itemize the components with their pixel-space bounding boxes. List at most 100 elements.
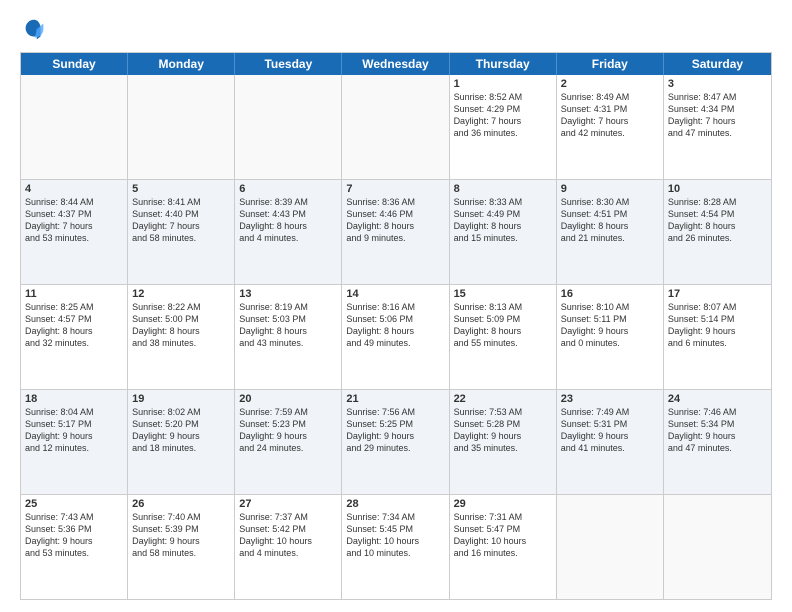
day-info: Sunrise: 7:43 AM Sunset: 5:36 PM Dayligh… bbox=[25, 511, 123, 560]
day-number: 26 bbox=[132, 498, 230, 510]
day-header-friday: Friday bbox=[557, 53, 664, 75]
day-info: Sunrise: 8:44 AM Sunset: 4:37 PM Dayligh… bbox=[25, 196, 123, 245]
calendar-day-25: 25Sunrise: 7:43 AM Sunset: 5:36 PM Dayli… bbox=[21, 495, 128, 599]
day-header-thursday: Thursday bbox=[450, 53, 557, 75]
calendar-day-8: 8Sunrise: 8:33 AM Sunset: 4:49 PM Daylig… bbox=[450, 180, 557, 284]
day-number: 20 bbox=[239, 393, 337, 405]
day-header-sunday: Sunday bbox=[21, 53, 128, 75]
calendar-body: 1Sunrise: 8:52 AM Sunset: 4:29 PM Daylig… bbox=[21, 75, 771, 599]
day-info: Sunrise: 7:37 AM Sunset: 5:42 PM Dayligh… bbox=[239, 511, 337, 560]
day-number: 3 bbox=[668, 78, 767, 90]
day-number: 17 bbox=[668, 288, 767, 300]
calendar: SundayMondayTuesdayWednesdayThursdayFrid… bbox=[20, 52, 772, 600]
calendar-day-26: 26Sunrise: 7:40 AM Sunset: 5:39 PM Dayli… bbox=[128, 495, 235, 599]
empty-cell bbox=[235, 75, 342, 179]
day-info: Sunrise: 7:34 AM Sunset: 5:45 PM Dayligh… bbox=[346, 511, 444, 560]
calendar-day-3: 3Sunrise: 8:47 AM Sunset: 4:34 PM Daylig… bbox=[664, 75, 771, 179]
calendar-day-22: 22Sunrise: 7:53 AM Sunset: 5:28 PM Dayli… bbox=[450, 390, 557, 494]
empty-cell bbox=[128, 75, 235, 179]
day-info: Sunrise: 8:19 AM Sunset: 5:03 PM Dayligh… bbox=[239, 301, 337, 350]
calendar-week-2: 4Sunrise: 8:44 AM Sunset: 4:37 PM Daylig… bbox=[21, 179, 771, 284]
calendar-day-6: 6Sunrise: 8:39 AM Sunset: 4:43 PM Daylig… bbox=[235, 180, 342, 284]
day-info: Sunrise: 8:28 AM Sunset: 4:54 PM Dayligh… bbox=[668, 196, 767, 245]
calendar-day-10: 10Sunrise: 8:28 AM Sunset: 4:54 PM Dayli… bbox=[664, 180, 771, 284]
calendar-week-4: 18Sunrise: 8:04 AM Sunset: 5:17 PM Dayli… bbox=[21, 389, 771, 494]
day-header-saturday: Saturday bbox=[664, 53, 771, 75]
day-info: Sunrise: 8:36 AM Sunset: 4:46 PM Dayligh… bbox=[346, 196, 444, 245]
calendar-day-19: 19Sunrise: 8:02 AM Sunset: 5:20 PM Dayli… bbox=[128, 390, 235, 494]
day-header-monday: Monday bbox=[128, 53, 235, 75]
calendar-day-4: 4Sunrise: 8:44 AM Sunset: 4:37 PM Daylig… bbox=[21, 180, 128, 284]
calendar-day-5: 5Sunrise: 8:41 AM Sunset: 4:40 PM Daylig… bbox=[128, 180, 235, 284]
calendar-day-29: 29Sunrise: 7:31 AM Sunset: 5:47 PM Dayli… bbox=[450, 495, 557, 599]
day-info: Sunrise: 8:02 AM Sunset: 5:20 PM Dayligh… bbox=[132, 406, 230, 455]
day-number: 11 bbox=[25, 288, 123, 300]
calendar-day-17: 17Sunrise: 8:07 AM Sunset: 5:14 PM Dayli… bbox=[664, 285, 771, 389]
day-info: Sunrise: 7:59 AM Sunset: 5:23 PM Dayligh… bbox=[239, 406, 337, 455]
day-info: Sunrise: 8:30 AM Sunset: 4:51 PM Dayligh… bbox=[561, 196, 659, 245]
day-header-tuesday: Tuesday bbox=[235, 53, 342, 75]
day-number: 22 bbox=[454, 393, 552, 405]
day-header-wednesday: Wednesday bbox=[342, 53, 449, 75]
calendar-day-13: 13Sunrise: 8:19 AM Sunset: 5:03 PM Dayli… bbox=[235, 285, 342, 389]
calendar-day-16: 16Sunrise: 8:10 AM Sunset: 5:11 PM Dayli… bbox=[557, 285, 664, 389]
day-number: 9 bbox=[561, 183, 659, 195]
logo bbox=[20, 16, 52, 44]
day-number: 27 bbox=[239, 498, 337, 510]
calendar-day-9: 9Sunrise: 8:30 AM Sunset: 4:51 PM Daylig… bbox=[557, 180, 664, 284]
day-number: 19 bbox=[132, 393, 230, 405]
calendar-day-18: 18Sunrise: 8:04 AM Sunset: 5:17 PM Dayli… bbox=[21, 390, 128, 494]
day-number: 13 bbox=[239, 288, 337, 300]
day-info: Sunrise: 7:56 AM Sunset: 5:25 PM Dayligh… bbox=[346, 406, 444, 455]
day-number: 28 bbox=[346, 498, 444, 510]
day-info: Sunrise: 8:52 AM Sunset: 4:29 PM Dayligh… bbox=[454, 91, 552, 140]
day-info: Sunrise: 8:04 AM Sunset: 5:17 PM Dayligh… bbox=[25, 406, 123, 455]
calendar-day-1: 1Sunrise: 8:52 AM Sunset: 4:29 PM Daylig… bbox=[450, 75, 557, 179]
calendar-day-15: 15Sunrise: 8:13 AM Sunset: 5:09 PM Dayli… bbox=[450, 285, 557, 389]
day-number: 7 bbox=[346, 183, 444, 195]
day-number: 4 bbox=[25, 183, 123, 195]
calendar-day-23: 23Sunrise: 7:49 AM Sunset: 5:31 PM Dayli… bbox=[557, 390, 664, 494]
empty-cell bbox=[557, 495, 664, 599]
day-number: 21 bbox=[346, 393, 444, 405]
day-number: 15 bbox=[454, 288, 552, 300]
day-info: Sunrise: 7:49 AM Sunset: 5:31 PM Dayligh… bbox=[561, 406, 659, 455]
calendar-day-24: 24Sunrise: 7:46 AM Sunset: 5:34 PM Dayli… bbox=[664, 390, 771, 494]
day-number: 25 bbox=[25, 498, 123, 510]
day-info: Sunrise: 7:46 AM Sunset: 5:34 PM Dayligh… bbox=[668, 406, 767, 455]
day-number: 12 bbox=[132, 288, 230, 300]
empty-cell bbox=[342, 75, 449, 179]
day-info: Sunrise: 7:31 AM Sunset: 5:47 PM Dayligh… bbox=[454, 511, 552, 560]
day-number: 18 bbox=[25, 393, 123, 405]
day-number: 2 bbox=[561, 78, 659, 90]
day-number: 1 bbox=[454, 78, 552, 90]
day-info: Sunrise: 7:40 AM Sunset: 5:39 PM Dayligh… bbox=[132, 511, 230, 560]
day-info: Sunrise: 8:33 AM Sunset: 4:49 PM Dayligh… bbox=[454, 196, 552, 245]
day-number: 23 bbox=[561, 393, 659, 405]
day-info: Sunrise: 8:13 AM Sunset: 5:09 PM Dayligh… bbox=[454, 301, 552, 350]
calendar-day-21: 21Sunrise: 7:56 AM Sunset: 5:25 PM Dayli… bbox=[342, 390, 449, 494]
logo-icon bbox=[20, 16, 48, 44]
empty-cell bbox=[21, 75, 128, 179]
calendar-day-11: 11Sunrise: 8:25 AM Sunset: 4:57 PM Dayli… bbox=[21, 285, 128, 389]
day-number: 16 bbox=[561, 288, 659, 300]
day-info: Sunrise: 8:49 AM Sunset: 4:31 PM Dayligh… bbox=[561, 91, 659, 140]
day-number: 24 bbox=[668, 393, 767, 405]
day-info: Sunrise: 8:07 AM Sunset: 5:14 PM Dayligh… bbox=[668, 301, 767, 350]
calendar-day-20: 20Sunrise: 7:59 AM Sunset: 5:23 PM Dayli… bbox=[235, 390, 342, 494]
calendar-day-12: 12Sunrise: 8:22 AM Sunset: 5:00 PM Dayli… bbox=[128, 285, 235, 389]
calendar-day-7: 7Sunrise: 8:36 AM Sunset: 4:46 PM Daylig… bbox=[342, 180, 449, 284]
day-number: 8 bbox=[454, 183, 552, 195]
day-info: Sunrise: 8:41 AM Sunset: 4:40 PM Dayligh… bbox=[132, 196, 230, 245]
calendar-day-27: 27Sunrise: 7:37 AM Sunset: 5:42 PM Dayli… bbox=[235, 495, 342, 599]
page-header bbox=[20, 16, 772, 44]
calendar-day-28: 28Sunrise: 7:34 AM Sunset: 5:45 PM Dayli… bbox=[342, 495, 449, 599]
empty-cell bbox=[664, 495, 771, 599]
day-info: Sunrise: 7:53 AM Sunset: 5:28 PM Dayligh… bbox=[454, 406, 552, 455]
day-info: Sunrise: 8:47 AM Sunset: 4:34 PM Dayligh… bbox=[668, 91, 767, 140]
day-info: Sunrise: 8:22 AM Sunset: 5:00 PM Dayligh… bbox=[132, 301, 230, 350]
calendar-week-3: 11Sunrise: 8:25 AM Sunset: 4:57 PM Dayli… bbox=[21, 284, 771, 389]
day-info: Sunrise: 8:10 AM Sunset: 5:11 PM Dayligh… bbox=[561, 301, 659, 350]
day-number: 29 bbox=[454, 498, 552, 510]
day-number: 5 bbox=[132, 183, 230, 195]
